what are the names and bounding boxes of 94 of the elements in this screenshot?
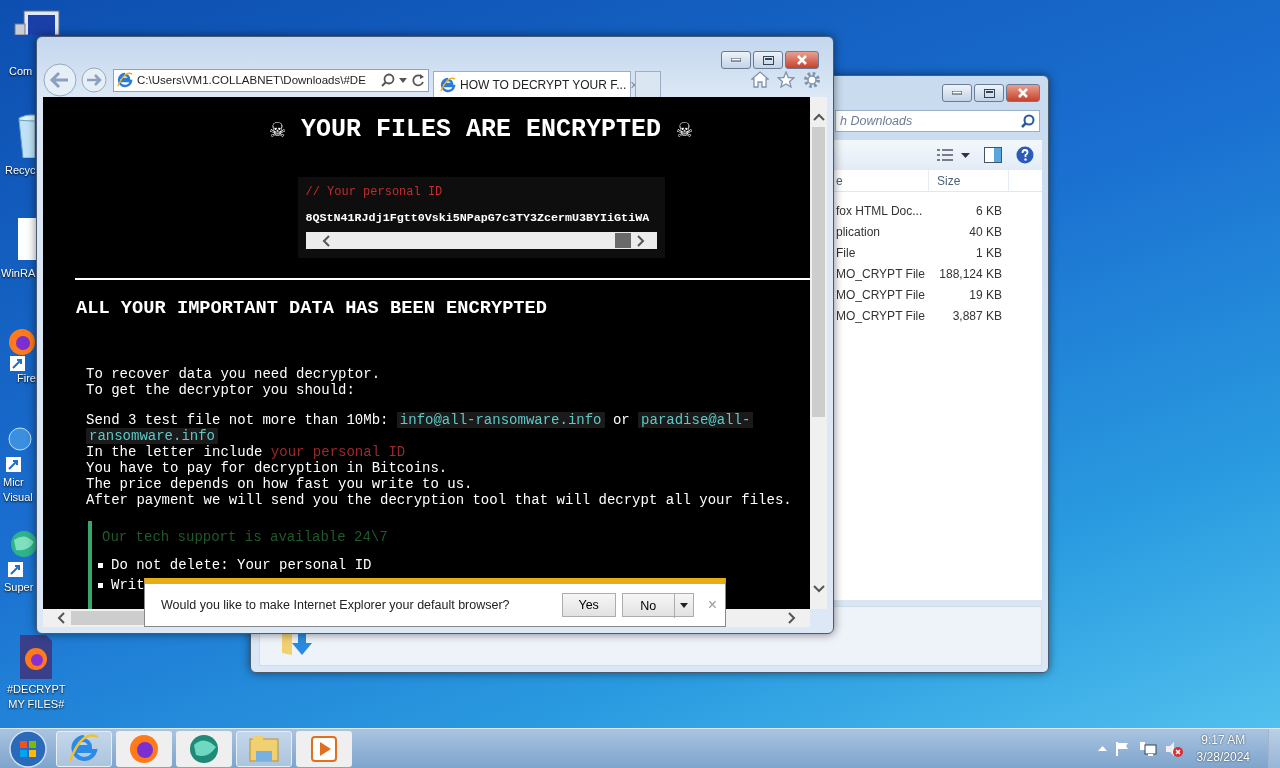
search-icon (1021, 114, 1035, 128)
chevron-right-icon[interactable] (636, 234, 645, 247)
preview-pane-icon[interactable] (984, 147, 1002, 163)
horizontal-scrollbar[interactable] (305, 232, 657, 249)
file-size: 40 KB (968, 224, 1002, 239)
email-link[interactable]: ransomware.info (86, 428, 219, 444)
search-icon[interactable] (381, 73, 395, 87)
minimize-button[interactable] (942, 84, 972, 102)
text-line: After payment we will send you the decryption tool that will decrypt all your files. (86, 492, 793, 508)
file-type: fox HTML Doc... (835, 203, 924, 218)
file-size: 19 KB (968, 287, 1002, 302)
chevron-up-icon[interactable] (812, 113, 825, 121)
text-line: To get the decryptor you should: (86, 382, 356, 398)
recycle-bin-icon[interactable] (18, 112, 35, 158)
bullet-text: Writ (111, 576, 145, 595)
caret-icon[interactable] (961, 152, 970, 158)
text-line: The price depends on how fast you write to us. (86, 476, 474, 492)
close-icon (1018, 88, 1028, 98)
file-type: MO_CRYPT File (835, 266, 926, 281)
taskbar-button[interactable] (176, 730, 232, 767)
file-size: 1 KB (975, 245, 1002, 260)
file-type: plication (835, 224, 882, 239)
support-heading: Our tech support is available 24\7 (102, 529, 389, 545)
chevron-down-icon[interactable] (812, 585, 825, 593)
notification-message: Would you like to make Internet Explorer your default browser? (161, 598, 511, 612)
email-link[interactable]: paradise@all- (638, 412, 754, 428)
caret-icon[interactable] (399, 77, 407, 83)
page-title: YOUR FILES ARE ENCRYPTED (300, 114, 662, 144)
address-bar[interactable]: C:\Users\VM1.COLLABNET\Downloads\#DE (113, 68, 429, 92)
minimize-icon (952, 91, 962, 95)
scroll-thumb[interactable] (614, 233, 631, 248)
start-button-icon[interactable] (8, 728, 48, 768)
maximize-button[interactable] (974, 84, 1004, 102)
firefox-document-icon[interactable] (20, 635, 52, 679)
taskbar-button[interactable] (116, 730, 172, 767)
desktop-icon-label[interactable]: Recyc (5, 163, 36, 178)
restore-icon (762, 55, 774, 65)
bullet-icon (98, 582, 103, 588)
bullet-text: Do not delete: Your personal ID (111, 556, 372, 575)
bullet-icon (98, 562, 103, 568)
section-heading: ALL YOUR IMPORTANT DATA HAS BEEN ENCRYPTED (76, 297, 548, 319)
shortcut-icon[interactable] (4, 427, 34, 473)
view-list-icon[interactable] (937, 149, 953, 161)
personal-id: 8QStN41RJdj1Fgtt0Vski5NPapG7c3TY3ZcermU3BYIiGtiWA (305, 211, 651, 226)
skull-icon: ☠ (269, 113, 285, 145)
network-icon[interactable] (1138, 740, 1157, 757)
refresh-icon[interactable] (411, 73, 425, 87)
help-icon[interactable] (1016, 146, 1034, 164)
close-icon (797, 55, 807, 65)
taskbar-button[interactable] (296, 730, 352, 767)
chevron-right-icon[interactable] (788, 612, 796, 624)
desktop-icon-label[interactable]: WinRA (1, 266, 36, 281)
firefox-icon (128, 732, 160, 765)
text-line: You have to pay for decryption in Bitcoins. (86, 460, 449, 476)
minimize-icon (731, 58, 741, 62)
computer-icon[interactable] (14, 10, 60, 35)
skull-icon: ☠ (677, 113, 693, 145)
file-type: MO_CRYPT File (835, 287, 926, 302)
file-size: 3,887 KB (951, 308, 1002, 323)
firefox-shortcut-icon[interactable] (8, 326, 36, 372)
address-text: C:\Users\VM1.COLLABNET\Downloads\#DE (137, 74, 366, 86)
desktop-icon-label[interactable]: Com (9, 64, 33, 79)
flag-icon[interactable] (1114, 740, 1131, 757)
taskbar-button[interactable] (56, 730, 112, 767)
email-link[interactable]: info@all-ransomware.info (396, 412, 605, 428)
desktop-icon-label[interactable]: Micr Visual (3, 475, 33, 505)
yes-button[interactable]: Yes (561, 593, 616, 617)
desktop-icon-label[interactable]: Fire (17, 371, 36, 386)
ie-logo-icon (440, 76, 456, 93)
restore-icon (983, 88, 995, 98)
file-size: 6 KB (975, 203, 1002, 218)
scroll-thumb[interactable] (812, 127, 825, 417)
vertical-scrollbar[interactable] (810, 97, 827, 609)
search-field[interactable]: h Downloads (835, 110, 1040, 132)
minimize-button[interactable] (721, 51, 751, 69)
ie-logo-icon (117, 72, 133, 88)
text-line: Send 3 test file not more than 10Mb: info@all-ransomware.info or paradise@all- (86, 412, 798, 428)
text-line: In the letter include your personal ID (86, 444, 407, 460)
text-line: To recover data you need decryptor. (86, 366, 382, 382)
desktop-icon-label[interactable]: #DECRYPT MY FILES# (7, 682, 66, 712)
column-header[interactable]: Size (929, 169, 1009, 192)
close-button[interactable] (785, 51, 819, 69)
file-type: File (835, 245, 857, 260)
maximize-button[interactable] (753, 51, 783, 69)
chevron-left-icon[interactable] (57, 612, 65, 624)
file-type: MO_CRYPT File (835, 308, 926, 323)
file-size: 188,124 KB (938, 266, 1002, 281)
globe-icon (188, 732, 220, 765)
settings-icon[interactable] (803, 71, 821, 89)
chevron-left-icon[interactable] (321, 234, 330, 247)
favorites-icon[interactable] (777, 71, 795, 88)
close-button[interactable] (1006, 84, 1040, 102)
id-label: // Your personal ID (305, 185, 444, 200)
desktop-icon-label[interactable]: Super (4, 580, 34, 595)
